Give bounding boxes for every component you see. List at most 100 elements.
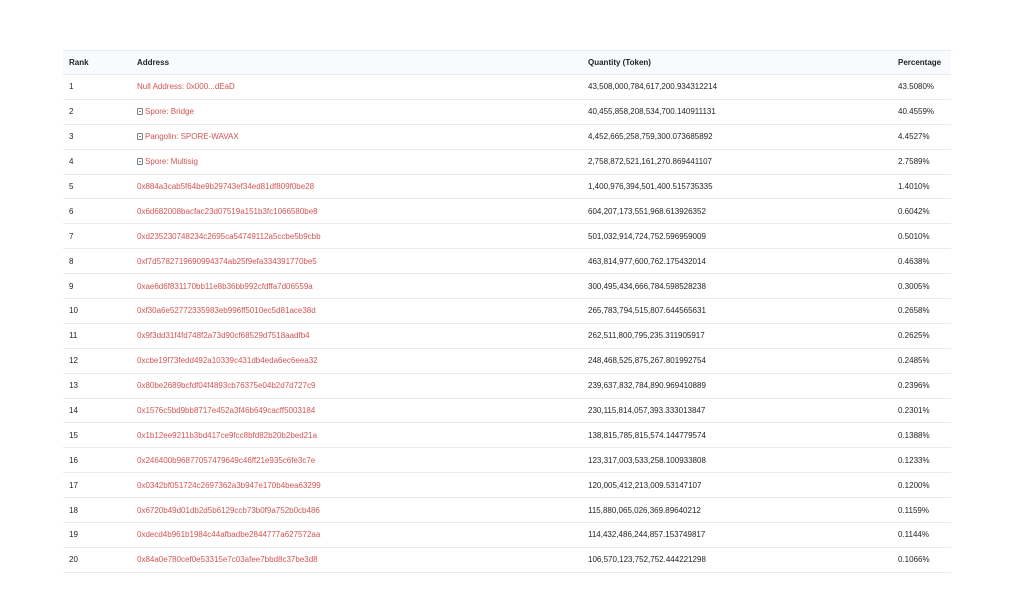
address-cell: 0x6720b49d01db2d5b6129ccb73b0f9a752b0cb4… [131,497,582,524]
address-cell: 0xf7d5782719690994374ab25f9efa334391770b… [131,248,582,275]
address-label: 0x6d682008bacfac23d07519a151b3fc1066580b… [137,206,318,216]
percentage-cell: 0.1388% [892,422,951,449]
address-link[interactable]: 0x1576c5bd9bb8717e452a3f46b649cacff50031… [137,406,315,415]
quantity-cell: 248,468,525,875,267.801992754 [582,348,892,374]
address-label: Null Address: 0x000...dEaD [137,82,235,92]
address-link[interactable]: 0xcbe19f73fedd492a10339c431db4eda6ec6eea… [137,356,318,365]
quantity-cell: 604,207,173,551,968.613926352 [582,198,892,225]
quantity-cell: 300,495,434,666,784.598528238 [582,273,892,300]
percentage-cell: 0.3005% [892,273,951,300]
address-label: 0x1576c5bd9bb8717e452a3f46b649cacff50031… [137,406,316,416]
quantity-cell: 123,317,003,533,258.100933808 [582,447,892,474]
table-row: 6 0x6d682008bacfac23d07519a151b3fc1066580… [63,198,951,225]
address-cell: 0x0342bf051724c2697362a3b947e170b4bea632… [131,472,582,499]
address-label: Spore: Bridge [145,107,194,117]
address-cell: Null Address: 0x000...dEaD [131,74,582,100]
percentage-cell: 43.5080% [892,74,951,100]
address-cell: 0x884a3cab5f64be9b29743ef34ed81df809f0be… [131,174,582,200]
address-link[interactable]: 0xf7d5782719690994374ab25f9efa334391770b… [137,257,317,266]
table-row: 7 0xd235230748234c2695ca54749112a5ccbe5b9… [63,223,951,250]
address-link[interactable]: 0x246400b96877057479649c46ff21e935c6fe3c… [137,456,315,465]
table-row: 15 0x1b12ee9211b3bd417ce9fcc8bfd82b20b2be… [63,422,951,449]
quantity-cell: 120,005,412,213,009.53147107 [582,472,892,499]
address-label: 0xf7d5782719690994374ab25f9efa334391770b… [137,256,317,266]
rank-cell: 2 [63,99,131,125]
quantity-cell: 230,115,814,057,393.333013847 [582,398,892,424]
rank-header: Rank [63,50,131,75]
rank-cell: 4 [63,149,131,175]
table-row: 10 0xf30a6e52772335983eb996ff5010ec5d81ac… [63,298,951,324]
address-label: Pangolin: SPORE-WAVAX [145,132,239,142]
quantity-cell: 239,637,832,784,890.969410889 [582,373,892,399]
address-link[interactable]: Null Address: 0x000...dEaD [137,82,235,91]
address-link[interactable]: 0xf30a6e52772335983eb996ff5010ec5d81ace3… [137,306,316,315]
quantity-header: Quantity (Token) [582,50,892,75]
address-link[interactable]: 0xdecd4b961b1984c44afbadbe2844777a627572… [137,530,320,539]
table-header-row: Rank Address Quantity (Token) Percentage [63,50,951,75]
address-label: 0x0342bf051724c2697362a3b947e170b4bea632… [137,480,321,490]
rank-cell: 17 [63,472,131,499]
address-link[interactable]: 0xd235230748234c2695ca54749112a5ccbe5b9c… [137,232,321,241]
quantity-cell: 115,880,065,026,369.89640212 [582,497,892,524]
rank-cell: 12 [63,348,131,374]
table-row: 4 Spore: Multisig 2,758,872,521,161,270.86… [63,149,951,175]
address-cell: 0xdecd4b961b1984c44afbadbe2844777a627572… [131,522,582,548]
quantity-cell: 138,815,785,815,574.144779574 [582,422,892,449]
rank-cell: 3 [63,124,131,150]
address-link[interactable]: 0x9f3dd31f4fd748f2a73d90cf68529d7518aadf… [137,331,310,340]
address-label: 0x84a0e780cef0e53315e7c03afee7bbd8c37be3… [137,555,318,565]
percentage-cell: 0.4638% [892,248,951,275]
address-cell: Pangolin: SPORE-WAVAX [131,124,582,150]
rank-cell: 15 [63,422,131,449]
address-link[interactable]: Pangolin: SPORE-WAVAX [137,132,239,141]
table-body: 1 Null Address: 0x000...dEaD 43,508,000,78… [63,74,951,573]
quantity-cell: 2,758,872,521,161,270.869441107 [582,149,892,175]
quantity-cell: 43,508,000,784,617,200.934312214 [582,74,892,100]
address-cell: 0x6d682008bacfac23d07519a151b3fc1066580b… [131,198,582,225]
address-label: 0x246400b96877057479649c46ff21e935c6fe3c… [137,455,316,465]
quantity-cell: 463,814,977,600,762.175432014 [582,248,892,275]
quantity-cell: 114,432,486,244,857.153749817 [582,522,892,548]
address-label: 0x9f3dd31f4fd748f2a73d90cf68529d7518aadf… [137,331,310,341]
address-link[interactable]: 0x884a3cab5f64be9b29743ef34ed81df809f0be… [137,182,314,191]
table-row: 20 0x84a0e780cef0e53315e7c03afee7bbd8c37b… [63,547,951,573]
address-link[interactable]: 0xae6d6f831170bb11e8b36bb992cfdffa7d0655… [137,282,313,291]
address-link[interactable]: 0x84a0e780cef0e53315e7c03afee7bbd8c37be3… [137,555,318,564]
contract-document-icon [137,133,143,141]
quantity-cell: 1,400,976,394,501,400.515735335 [582,174,892,200]
percentage-cell: 0.1200% [892,472,951,499]
address-cell: 0xd235230748234c2695ca54749112a5ccbe5b9c… [131,223,582,250]
table-row: 1 Null Address: 0x000...dEaD 43,508,000,78… [63,74,951,100]
address-label: 0x80be2689bcfdf04f4893cb76375e04b2d7d727… [137,381,316,391]
address-link[interactable]: 0x6720b49d01db2d5b6129ccb73b0f9a752b0cb4… [137,506,320,515]
quantity-cell: 265,783,794,515,807.644565631 [582,298,892,324]
table-row: 17 0x0342bf051724c2697362a3b947e170b4bea6… [63,472,951,499]
table-row: 11 0x9f3dd31f4fd748f2a73d90cf68529d7518aa… [63,323,951,349]
token-holders-table-container: Rank Address Quantity (Token) Percentage… [63,50,951,573]
address-link[interactable]: 0x80be2689bcfdf04f4893cb76375e04b2d7d727… [137,381,315,390]
contract-document-icon [137,158,143,166]
table-row: 14 0x1576c5bd9bb8717e452a3f46b649cacff500… [63,398,951,424]
rank-cell: 7 [63,223,131,250]
address-cell: 0x1b12ee9211b3bd417ce9fcc8bfd82b20b2bed2… [131,422,582,449]
address-header: Address [131,50,582,75]
address-link[interactable]: Spore: Bridge [137,107,194,116]
address-link[interactable]: Spore: Multisig [137,157,198,166]
address-label: 0xae6d6f831170bb11e8b36bb992cfdffa7d0655… [137,281,313,291]
rank-cell: 13 [63,373,131,399]
address-cell: 0x1576c5bd9bb8717e452a3f46b649cacff50031… [131,398,582,424]
table-row: 3 Pangolin: SPORE-WAVAX 4,452,665,258,759,… [63,124,951,150]
address-cell: 0xcbe19f73fedd492a10339c431db4eda6ec6eea… [131,348,582,374]
rank-cell: 14 [63,398,131,424]
address-label: 0xcbe19f73fedd492a10339c431db4eda6ec6eea… [137,356,318,366]
address-link[interactable]: 0x1b12ee9211b3bd417ce9fcc8bfd82b20b2bed2… [137,431,317,440]
table-row: 13 0x80be2689bcfdf04f4893cb76375e04b2d7d7… [63,373,951,399]
percentage-cell: 4.4527% [892,124,951,150]
table-row: 9 0xae6d6f831170bb11e8b36bb992cfdffa7d065… [63,273,951,300]
address-cell: Spore: Bridge [131,99,582,125]
address-link[interactable]: 0x0342bf051724c2697362a3b947e170b4bea632… [137,481,321,490]
rank-cell: 18 [63,497,131,524]
address-label: 0xd235230748234c2695ca54749112a5ccbe5b9c… [137,231,321,241]
address-link[interactable]: 0x6d682008bacfac23d07519a151b3fc1066580b… [137,207,318,216]
rank-cell: 20 [63,547,131,573]
